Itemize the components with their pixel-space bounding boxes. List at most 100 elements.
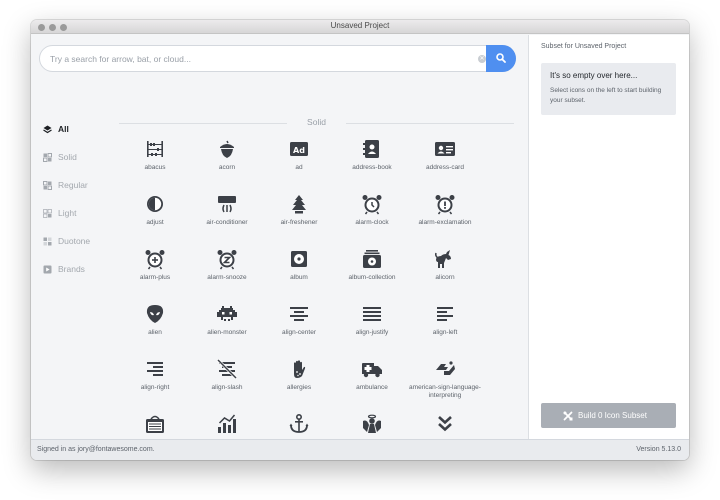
icon-browser: ✕ All Solid Regular Light Duotone Brands Soli… (31, 35, 528, 439)
status-bar: Signed in as jory@fontawesome.com. Versi… (31, 439, 689, 460)
build-subset-button[interactable]: Build 0 Icon Subset (541, 403, 676, 428)
empty-state-text: Select icons on the left to start buildi… (550, 87, 662, 104)
icon-tile-align-justify[interactable]: align-justify (336, 303, 408, 355)
icon-tile-analytics[interactable]: analytics (191, 413, 263, 439)
icon-name: american-sign-language-interpreting (409, 384, 481, 399)
ambulance-icon (362, 363, 382, 378)
duotone-style-icon (43, 237, 52, 246)
alien-icon (146, 305, 164, 323)
icon-tile-alien-monster[interactable]: alien-monster (191, 303, 263, 355)
alarm-plus-icon (145, 250, 165, 270)
icon-name: address-card (426, 164, 464, 171)
icon-tile-align-right[interactable]: align-right (119, 358, 191, 410)
icon-name: alarm-clock (355, 219, 389, 226)
angel-icon (363, 414, 381, 433)
window-title: Unsaved Project (330, 21, 390, 30)
address-card-icon (435, 142, 455, 156)
icon-tile-align-left[interactable]: align-left (409, 303, 481, 355)
align-justify-icon (363, 307, 381, 321)
allergies-icon (294, 360, 306, 378)
brands-style-icon (43, 265, 52, 274)
icon-tile-air-freshener[interactable]: air-freshener (263, 193, 335, 245)
icon-tile-alarm-plus[interactable]: alarm-plus (119, 248, 191, 300)
style-filter-label: Brands (58, 264, 85, 274)
style-filter-duotone[interactable]: Duotone (43, 235, 121, 263)
icon-tile-anchor[interactable]: anchor (263, 413, 335, 439)
icon-tile-address-card[interactable]: address-card (409, 138, 481, 190)
air-conditioner-icon (218, 196, 236, 213)
alarm-clock-icon (362, 195, 382, 215)
icon-name: alarm-exclamation (418, 219, 472, 226)
icon-tile-alicorn[interactable]: alicorn (409, 248, 481, 300)
icon-name: align-left (432, 329, 458, 336)
icon-tile-address-book[interactable]: address-book (336, 138, 408, 190)
icon-tile-ambulance[interactable]: ambulance (336, 358, 408, 410)
search-bar: ✕ (39, 45, 516, 72)
icon-tile-angel[interactable]: angel (336, 413, 408, 439)
align-center-icon (290, 307, 308, 321)
icon-tile-abacus[interactable]: abacus (119, 138, 191, 190)
build-subset-label: Build 0 Icon Subset (578, 411, 647, 420)
ad-icon: Ad (290, 142, 308, 156)
empty-state-card: It's so empty over here... Select icons … (541, 63, 676, 115)
adjust-icon (147, 196, 163, 212)
style-filter-all[interactable]: All (43, 123, 121, 151)
style-filter-light[interactable]: Light (43, 207, 121, 235)
icon-tile-alarm-snooze[interactable]: alarm-snooze (191, 248, 263, 300)
icon-tile-acorn[interactable]: acorn (191, 138, 263, 190)
analytics-icon (218, 414, 236, 433)
version-text: Version 5.13.0 (636, 446, 681, 453)
subset-title: Subset for Unsaved Project (541, 43, 627, 50)
icon-tile-angle-double-down[interactable]: angle-double-down (409, 413, 481, 439)
acorn-icon (220, 140, 234, 158)
subset-sidebar: Subset for Unsaved Project It's so empty… (528, 35, 689, 439)
icon-tile-align-center[interactable]: align-center (263, 303, 335, 355)
style-filter-label: Duotone (58, 236, 91, 246)
style-filter-solid[interactable]: Solid (43, 151, 121, 179)
icon-name: ambulance (356, 384, 388, 391)
search-button[interactable] (486, 45, 516, 72)
icon-tile-alarm-clock[interactable]: alarm-clock (336, 193, 408, 245)
icon-tile-air-conditioner[interactable]: air-conditioner (191, 193, 263, 245)
search-input[interactable] (50, 51, 450, 67)
alarm-snooze-icon (217, 250, 237, 270)
icon-name: ad (295, 164, 303, 171)
icon-name: album-collection (348, 274, 396, 281)
icon-tile-american-sign-language-interpreting[interactable]: american-sign-language-interpreting (409, 358, 481, 410)
angle-double-down-icon (438, 416, 452, 432)
icon-name: align-center (282, 329, 316, 336)
address-book-icon (363, 140, 379, 158)
signed-in-text: Signed in as jory@fontawesome.com. (37, 446, 155, 453)
icon-name: allergies (286, 384, 312, 391)
layer-group-icon (43, 125, 52, 134)
section-heading: Solid (119, 117, 514, 129)
album-collection-icon (363, 250, 381, 268)
alarm-exclamation-icon (435, 195, 455, 215)
clear-search-icon[interactable]: ✕ (478, 55, 486, 63)
title-bar: Unsaved Project (31, 20, 689, 34)
alien-monster-icon (217, 306, 237, 321)
icon-tile-amp-guitar[interactable]: amp-guitar (119, 413, 191, 439)
icon-tile-alarm-exclamation[interactable]: alarm-exclamation (409, 193, 481, 245)
style-filter-regular[interactable]: Regular (43, 179, 121, 207)
icon-tile-alien[interactable]: alien (119, 303, 191, 355)
icon-tile-align-slash[interactable]: align-slash (191, 358, 263, 410)
app-window: Unsaved Project ✕ All Solid Regular Light Du… (31, 20, 689, 460)
icon-tile-album[interactable]: album (263, 248, 335, 300)
icon-tile-ad[interactable]: Ad ad (263, 138, 335, 190)
style-filter-label: Light (58, 208, 77, 218)
american-sign-language-interpreting-icon (436, 361, 455, 375)
align-right-icon (147, 362, 163, 376)
empty-state-title: It's so empty over here... (550, 71, 638, 80)
air-freshener-icon (292, 195, 306, 214)
solid-style-icon (43, 153, 52, 162)
style-filter-brands[interactable]: Brands (43, 263, 121, 291)
search-icon (496, 53, 506, 63)
amp-guitar-icon (146, 415, 164, 433)
style-filter-label: Regular (58, 180, 88, 190)
regular-style-icon (43, 181, 52, 190)
icon-tile-album-collection[interactable]: album-collection (336, 248, 408, 300)
icon-tile-adjust[interactable]: adjust (119, 193, 191, 245)
abacus-icon (147, 141, 163, 157)
icon-tile-allergies[interactable]: allergies (263, 358, 335, 410)
